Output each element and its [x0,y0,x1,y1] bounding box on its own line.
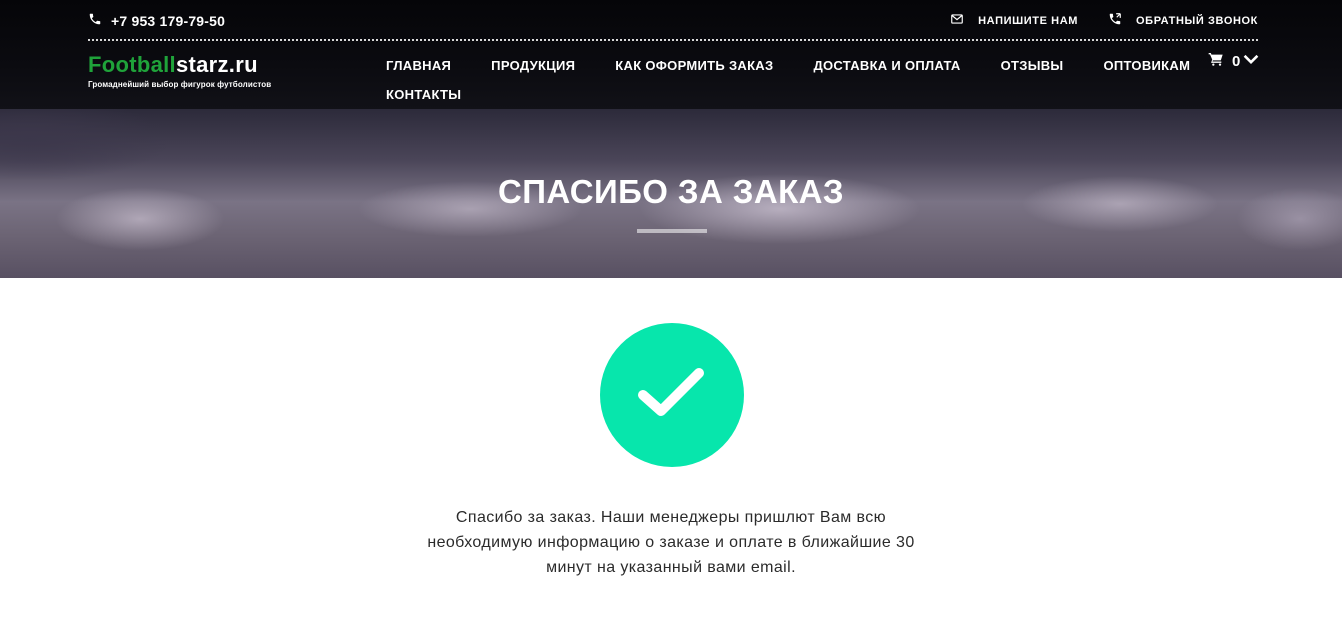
nav-item-home[interactable]: ГЛАВНАЯ [386,58,451,73]
logo-part-green: Football [88,52,176,77]
nav-item-how-to-order[interactable]: КАК ОФОРМИТЬ ЗАКАЗ [615,58,773,73]
page-title: СПАСИБО ЗА ЗАКАЗ [498,173,844,210]
site-header: +7 953 179-79-50 НАПИШИТЕ НАМ ОБРАТНЫЙ З… [0,0,1342,109]
phone-link[interactable]: +7 953 179-79-50 [88,12,225,29]
cart-button[interactable]: 0 [1208,50,1259,72]
write-us-label: НАПИШИТЕ НАМ [978,14,1079,27]
top-bar: +7 953 179-79-50 НАПИШИТЕ НАМ ОБРАТНЫЙ З… [88,0,1258,41]
thank-you-message: Спасибо за заказ. Наши менеджеры пришлют… [427,509,915,576]
nav-row-1: ГЛАВНАЯ ПРОДУКЦИЯ КАК ОФОРМИТЬ ЗАКАЗ ДОС… [386,51,1190,80]
cart-icon [1208,51,1224,72]
callback-link[interactable]: ОБРАТНЫЙ ЗВОНОК [1108,12,1258,29]
logo-wordmark: Footballstarz.ru [88,53,271,77]
hero-banner: СПАСИБО ЗА ЗАКАЗ [0,109,1342,278]
logo-tagline: Громаднейший выбор фигурок футболистов [88,80,272,89]
callback-label: ОБРАТНЫЙ ЗВОНОК [1136,14,1258,27]
nav-item-contacts[interactable]: КОНТАКТЫ [386,87,461,102]
nav-item-products[interactable]: ПРОДУКЦИЯ [491,58,575,73]
site-logo[interactable]: Footballstarz.ru Громаднейший выбор фигу… [88,53,272,90]
title-underline [637,229,707,233]
phone-callback-icon [1108,12,1122,29]
cart-count: 0 [1232,52,1241,70]
main-nav: ГЛАВНАЯ ПРОДУКЦИЯ КАК ОФОРМИТЬ ЗАКАЗ ДОС… [386,51,1190,109]
nav-item-reviews[interactable]: ОТЗЫВЫ [1001,58,1064,73]
nav-item-delivery[interactable]: ДОСТАВКА И ОПЛАТА [813,58,960,73]
checkmark-icon [637,365,707,426]
dotted-divider [88,39,1258,41]
logo-part-white: starz.ru [175,52,258,77]
success-badge [600,323,744,467]
write-us-link[interactable]: НАПИШИТЕ НАМ [950,12,1078,29]
nav-item-wholesale[interactable]: ОПТОВИКАМ [1103,58,1190,73]
chevron-down-icon [1244,50,1259,72]
phone-icon [88,12,102,29]
envelope-icon [950,12,964,29]
nav-row-2: КОНТАКТЫ [386,80,1186,109]
top-links: НАПИШИТЕ НАМ ОБРАТНЫЙ ЗВОНОК [950,12,1258,29]
phone-number: +7 953 179-79-50 [111,12,226,29]
